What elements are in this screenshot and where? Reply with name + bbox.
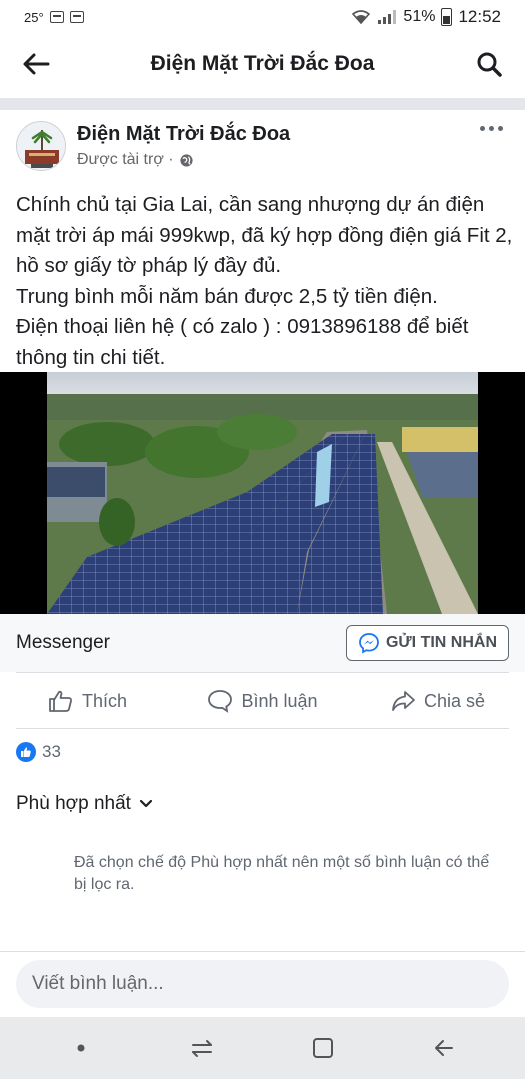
like-label: Thích (81, 690, 128, 711)
calendar-icon (69, 11, 84, 23)
home-icon (313, 1038, 334, 1058)
search-button[interactable] (469, 44, 509, 84)
more-dot (489, 126, 494, 131)
comment-input[interactable] (16, 960, 509, 1008)
wifi-icon (352, 10, 371, 25)
recent-apps-icon (191, 1040, 212, 1057)
back-icon (435, 1040, 454, 1056)
status-left: 25° (24, 10, 84, 25)
comment-sort-dropdown[interactable]: Phù hợp nhất (16, 793, 153, 815)
like-button[interactable]: Thích (0, 689, 175, 713)
solar-rooftop-image (47, 372, 478, 614)
post-page-name[interactable]: Điện Mặt Trời Đắc Đoa (77, 123, 509, 146)
page-title: Điện Mặt Trời Đắc Đoa (150, 52, 375, 75)
post-video[interactable] (0, 372, 525, 614)
sponsored-row: Được tài trợ · (77, 151, 509, 169)
arrow-left-icon (23, 53, 50, 75)
search-icon (477, 52, 502, 77)
nav-dot-button[interactable] (57, 1024, 105, 1072)
more-dot (498, 126, 503, 131)
home-button[interactable] (299, 1024, 347, 1072)
battery-icon (441, 8, 453, 26)
like-reaction-glyph (21, 747, 31, 757)
messenger-icon (359, 633, 379, 654)
clock: 12:52 (458, 7, 501, 26)
more-horizontal-icon (480, 126, 485, 131)
section-divider (0, 98, 525, 110)
system-nav-bar (0, 1017, 525, 1079)
messenger-cta: Messenger GỬI TIN NHẮN (0, 614, 525, 672)
globe-icon (180, 153, 193, 167)
send-message-label: GỬI TIN NHẮN (385, 634, 497, 651)
recent-apps-button[interactable] (178, 1024, 226, 1072)
share-button[interactable]: Chia sẻ (350, 689, 525, 713)
sponsored-label: Được tài trợ · (77, 151, 174, 168)
reaction-count: 33 (42, 742, 61, 761)
send-message-button[interactable]: GỬI TIN NHẮN (345, 625, 509, 661)
post-actions: Thích Bình luận Chia sẻ (0, 674, 525, 728)
status-right: 51% 12:52 (351, 7, 501, 27)
share-icon (392, 691, 415, 711)
back-button[interactable] (16, 44, 56, 84)
share-label: Chia sẻ (423, 690, 486, 711)
dot-icon (77, 1044, 85, 1052)
avatar[interactable] (16, 121, 66, 171)
more-options-button[interactable] (480, 126, 503, 131)
like-reaction-icon (16, 742, 36, 762)
chevron-down-icon (139, 799, 153, 808)
thumbs-up-icon (49, 690, 72, 712)
comment-icon (208, 690, 233, 713)
post-meta: Điện Mặt Trời Đắc Đoa Được tài trợ · (77, 123, 509, 169)
status-bar: 25° 51% 12:52 (0, 0, 525, 34)
cta-label: Messenger (16, 632, 110, 653)
calendar-icon (49, 11, 64, 23)
comment-button[interactable]: Bình luận (175, 689, 350, 713)
divider (16, 672, 509, 673)
app-bar: Điện Mặt Trời Đắc Đoa (0, 34, 525, 94)
divider (16, 728, 509, 729)
battery-percent: 51% (403, 8, 436, 25)
post-text: Chính chủ tại Gia Lai, cần sang nhượng d… (16, 193, 513, 369)
sort-label: Phù hợp nhất (16, 793, 131, 814)
post-header: Điện Mặt Trời Đắc Đoa Được tài trợ · (0, 110, 525, 182)
filter-note: Đã chọn chế độ Phù hợp nhất nên một số b… (74, 854, 490, 893)
temperature: 25° (24, 9, 44, 25)
nav-back-button[interactable] (420, 1024, 468, 1072)
signal-icon (378, 10, 397, 24)
comment-label: Bình luận (241, 690, 318, 711)
reaction-summary[interactable]: 33 (16, 742, 61, 762)
page-logo-icon (17, 122, 65, 170)
comment-bar (0, 951, 525, 1017)
